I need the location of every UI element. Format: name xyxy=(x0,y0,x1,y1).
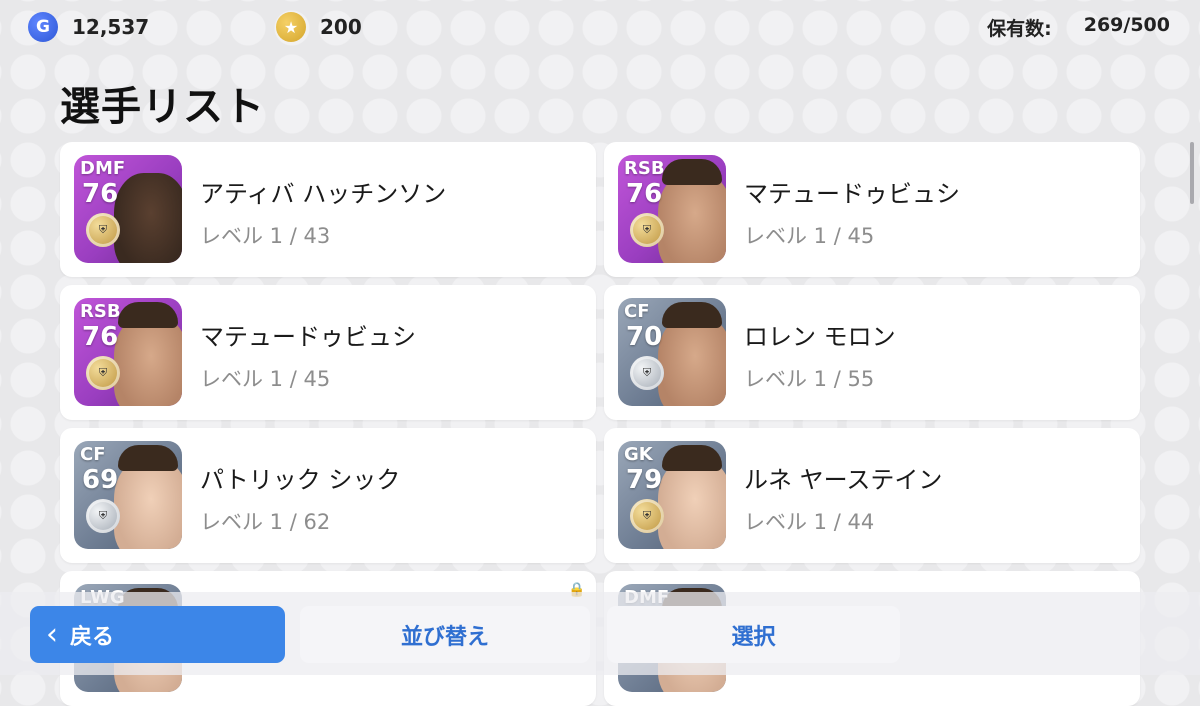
player-card[interactable]: RSB 76 ⛨ マテュードゥビュシレベル 1 / 45 xyxy=(604,142,1140,277)
ownership-value: 269/500 xyxy=(1083,14,1170,36)
player-level: レベル 1 / 62 xyxy=(200,510,331,534)
player-face-image xyxy=(114,173,182,263)
player-position: RSB xyxy=(624,158,665,179)
player-name: マテュードゥビュシ xyxy=(744,180,960,208)
player-level: レベル 1 / 44 xyxy=(744,510,875,534)
player-hair xyxy=(118,445,178,471)
player-hair xyxy=(662,302,722,328)
player-face-image xyxy=(114,316,182,406)
chevron-left-icon: ‹ xyxy=(46,617,58,652)
player-rating: 79 xyxy=(626,465,663,495)
club-badge-icon: ⛨ xyxy=(86,213,120,247)
player-portrait: GK 79 ⛨ xyxy=(618,441,726,549)
back-button[interactable]: ‹ 戻る xyxy=(30,606,285,663)
gp-value: 12,537 xyxy=(72,15,150,39)
player-face-image xyxy=(658,173,726,263)
club-badge-icon: ⛨ xyxy=(630,213,664,247)
player-name: ロレン モロン xyxy=(744,323,896,351)
player-level: レベル 1 / 55 xyxy=(744,367,875,391)
club-badge-icon: ⛨ xyxy=(630,499,664,533)
player-position: CF xyxy=(624,301,650,322)
player-card[interactable]: CF 70 ⛨ ロレン モロンレベル 1 / 55 xyxy=(604,285,1140,420)
ownership-count: 保有数: 269/500 xyxy=(987,14,1170,41)
player-name: ルネ ヤーステイン xyxy=(744,466,943,494)
player-rating: 76 xyxy=(626,179,663,209)
gp-coin-icon: G xyxy=(28,12,58,42)
player-level: レベル 1 / 45 xyxy=(200,367,331,391)
player-portrait: DMF 76 ⛨ xyxy=(74,155,182,263)
sort-button[interactable]: 並び替え xyxy=(300,606,590,663)
star-coin-icon: ★ xyxy=(276,12,306,42)
player-name: マテュードゥビュシ xyxy=(200,323,416,351)
player-hair xyxy=(118,302,178,328)
player-portrait: CF 70 ⛨ xyxy=(618,298,726,406)
player-card[interactable]: CF 69 ⛨ パトリック シックレベル 1 / 62 xyxy=(60,428,596,563)
player-portrait: RSB 76 ⛨ xyxy=(74,298,182,406)
club-badge-icon: ⛨ xyxy=(86,499,120,533)
coins-value: 200 xyxy=(320,15,362,39)
player-name: アティバ ハッチンソン xyxy=(200,180,447,208)
club-badge-icon: ⛨ xyxy=(86,356,120,390)
player-hair xyxy=(662,445,722,471)
player-position: GK xyxy=(624,444,653,465)
back-button-label: 戻る xyxy=(70,624,115,650)
coin-currency: ★ 200 xyxy=(276,12,362,42)
select-button[interactable]: 選択 xyxy=(607,606,900,663)
player-card[interactable]: DMF 76 ⛨ アティバ ハッチンソンレベル 1 / 43 xyxy=(60,142,596,277)
player-portrait: CF 69 ⛨ xyxy=(74,441,182,549)
player-level: レベル 1 / 45 xyxy=(744,224,875,248)
player-hair xyxy=(662,159,722,185)
player-rating: 70 xyxy=(626,322,663,352)
player-position: RSB xyxy=(80,301,121,322)
select-button-label: 選択 xyxy=(731,624,776,650)
player-portrait: RSB 76 ⛨ xyxy=(618,155,726,263)
player-rating: 69 xyxy=(82,465,119,495)
player-position: CF xyxy=(80,444,106,465)
player-rating: 76 xyxy=(82,322,119,352)
player-face-image xyxy=(114,459,182,549)
player-face-image xyxy=(658,459,726,549)
player-card[interactable]: GK 79 ⛨ ルネ ヤーステインレベル 1 / 44 xyxy=(604,428,1140,563)
ownership-label: 保有数: xyxy=(987,18,1052,40)
player-name: パトリック シック xyxy=(200,466,401,494)
player-card[interactable]: RSB 76 ⛨ マテュードゥビュシレベル 1 / 45 xyxy=(60,285,596,420)
top-bar: G 12,537 ★ 200 保有数: 269/500 xyxy=(28,10,1170,46)
scrollbar[interactable] xyxy=(1190,142,1194,204)
club-badge-icon: ⛨ xyxy=(630,356,664,390)
player-position: DMF xyxy=(80,158,126,179)
page-title: 選手リスト xyxy=(60,84,265,130)
player-rating: 76 xyxy=(82,179,119,209)
gp-currency: G 12,537 xyxy=(28,12,149,42)
sort-button-label: 並び替え xyxy=(400,624,489,650)
player-level: レベル 1 / 43 xyxy=(200,224,331,248)
player-face-image xyxy=(658,316,726,406)
